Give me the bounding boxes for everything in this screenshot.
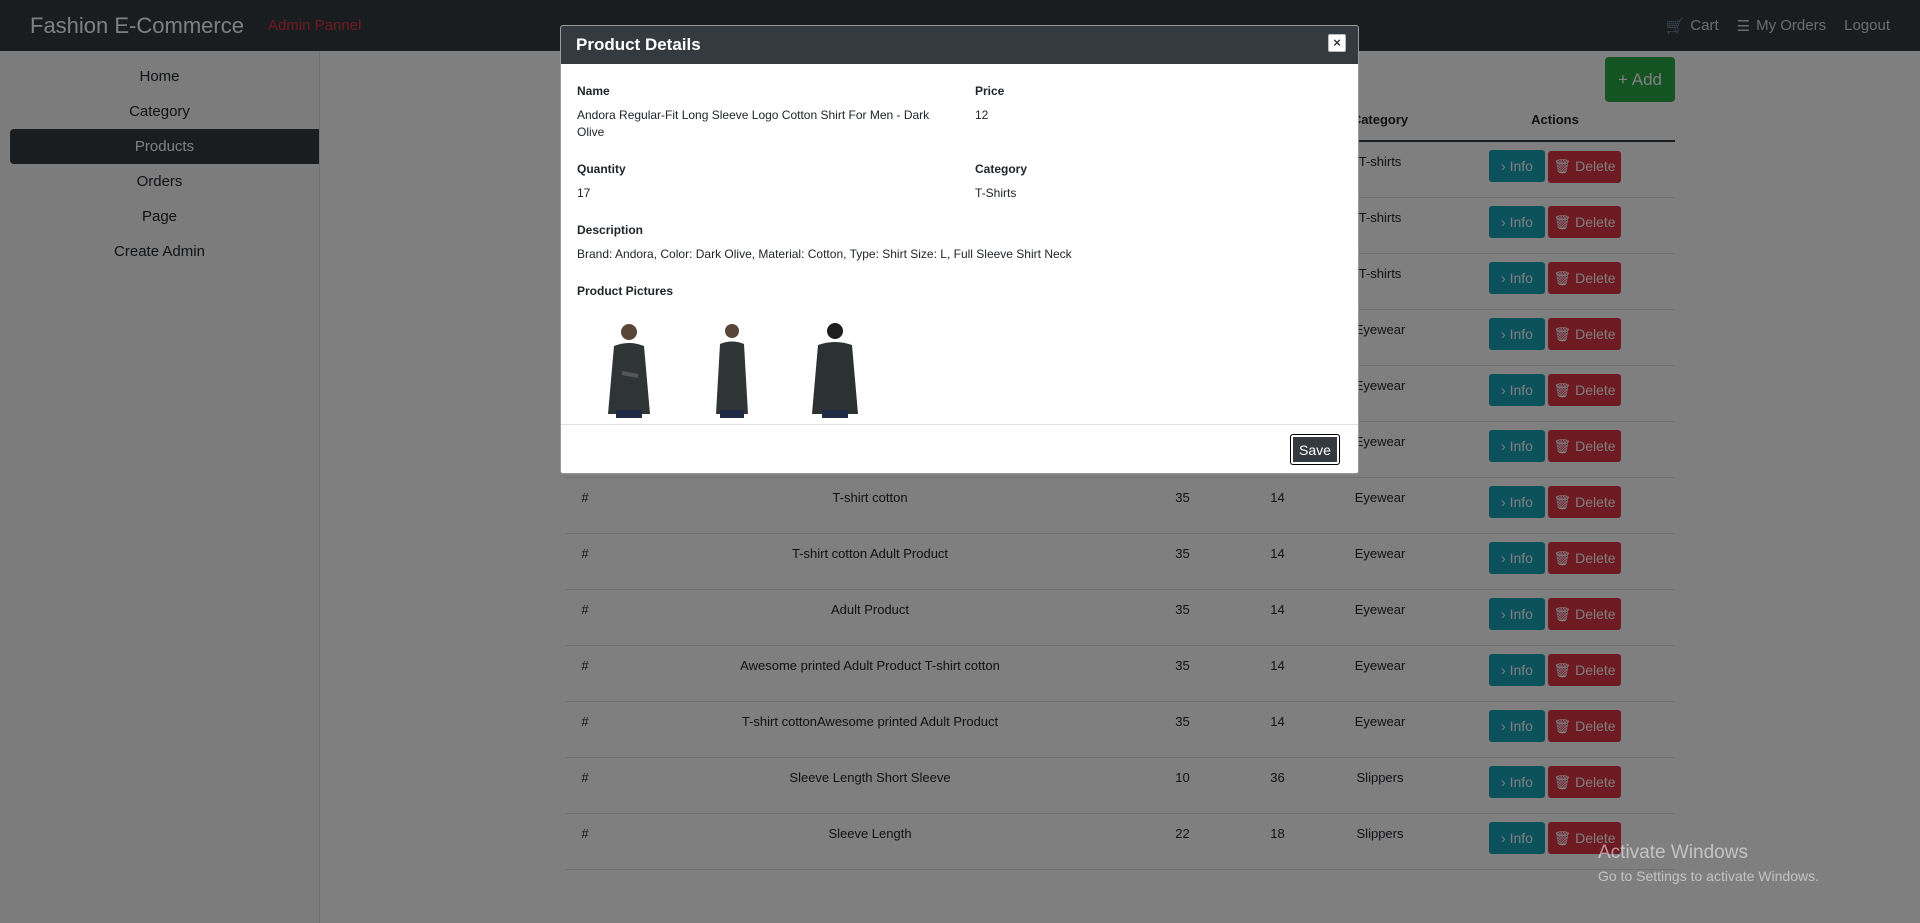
product-pictures-label: Product Pictures	[577, 284, 674, 298]
product-picture[interactable]	[577, 316, 680, 418]
product-details-modal: Product Details × Name Andora Regular-Fi…	[560, 25, 1359, 474]
quantity-label: Quantity	[577, 162, 626, 176]
modal-title: Product Details	[576, 35, 701, 54]
product-picture[interactable]	[783, 316, 886, 418]
watermark-title: Activate Windows	[1598, 842, 1748, 863]
price-label: Price	[975, 84, 1005, 98]
product-pictures	[577, 316, 886, 418]
description-label: Description	[577, 223, 644, 237]
category-value: T-Shirts	[975, 186, 1017, 200]
modal-body: Name Andora Regular-Fit Long Sleeve Logo…	[561, 64, 1358, 424]
windows-activation-watermark: Activate Windows Go to Settings to activ…	[1598, 842, 1819, 884]
category-label: Category	[975, 162, 1028, 176]
name-value: Andora Regular-Fit Long Sleeve Logo Cott…	[577, 108, 930, 139]
description-value: Brand: Andora, Color: Dark Olive, Materi…	[577, 247, 1072, 261]
modal-header: Product Details ×	[561, 26, 1358, 64]
product-picture[interactable]	[680, 316, 783, 418]
save-button[interactable]: Save	[1290, 434, 1340, 465]
watermark-subtitle: Go to Settings to activate Windows.	[1598, 868, 1819, 884]
quantity-value: 17	[577, 186, 591, 200]
name-label: Name	[577, 84, 610, 98]
price-value: 12	[975, 108, 989, 122]
modal-footer: Save	[561, 424, 1358, 473]
close-icon[interactable]: ×	[1328, 34, 1346, 52]
